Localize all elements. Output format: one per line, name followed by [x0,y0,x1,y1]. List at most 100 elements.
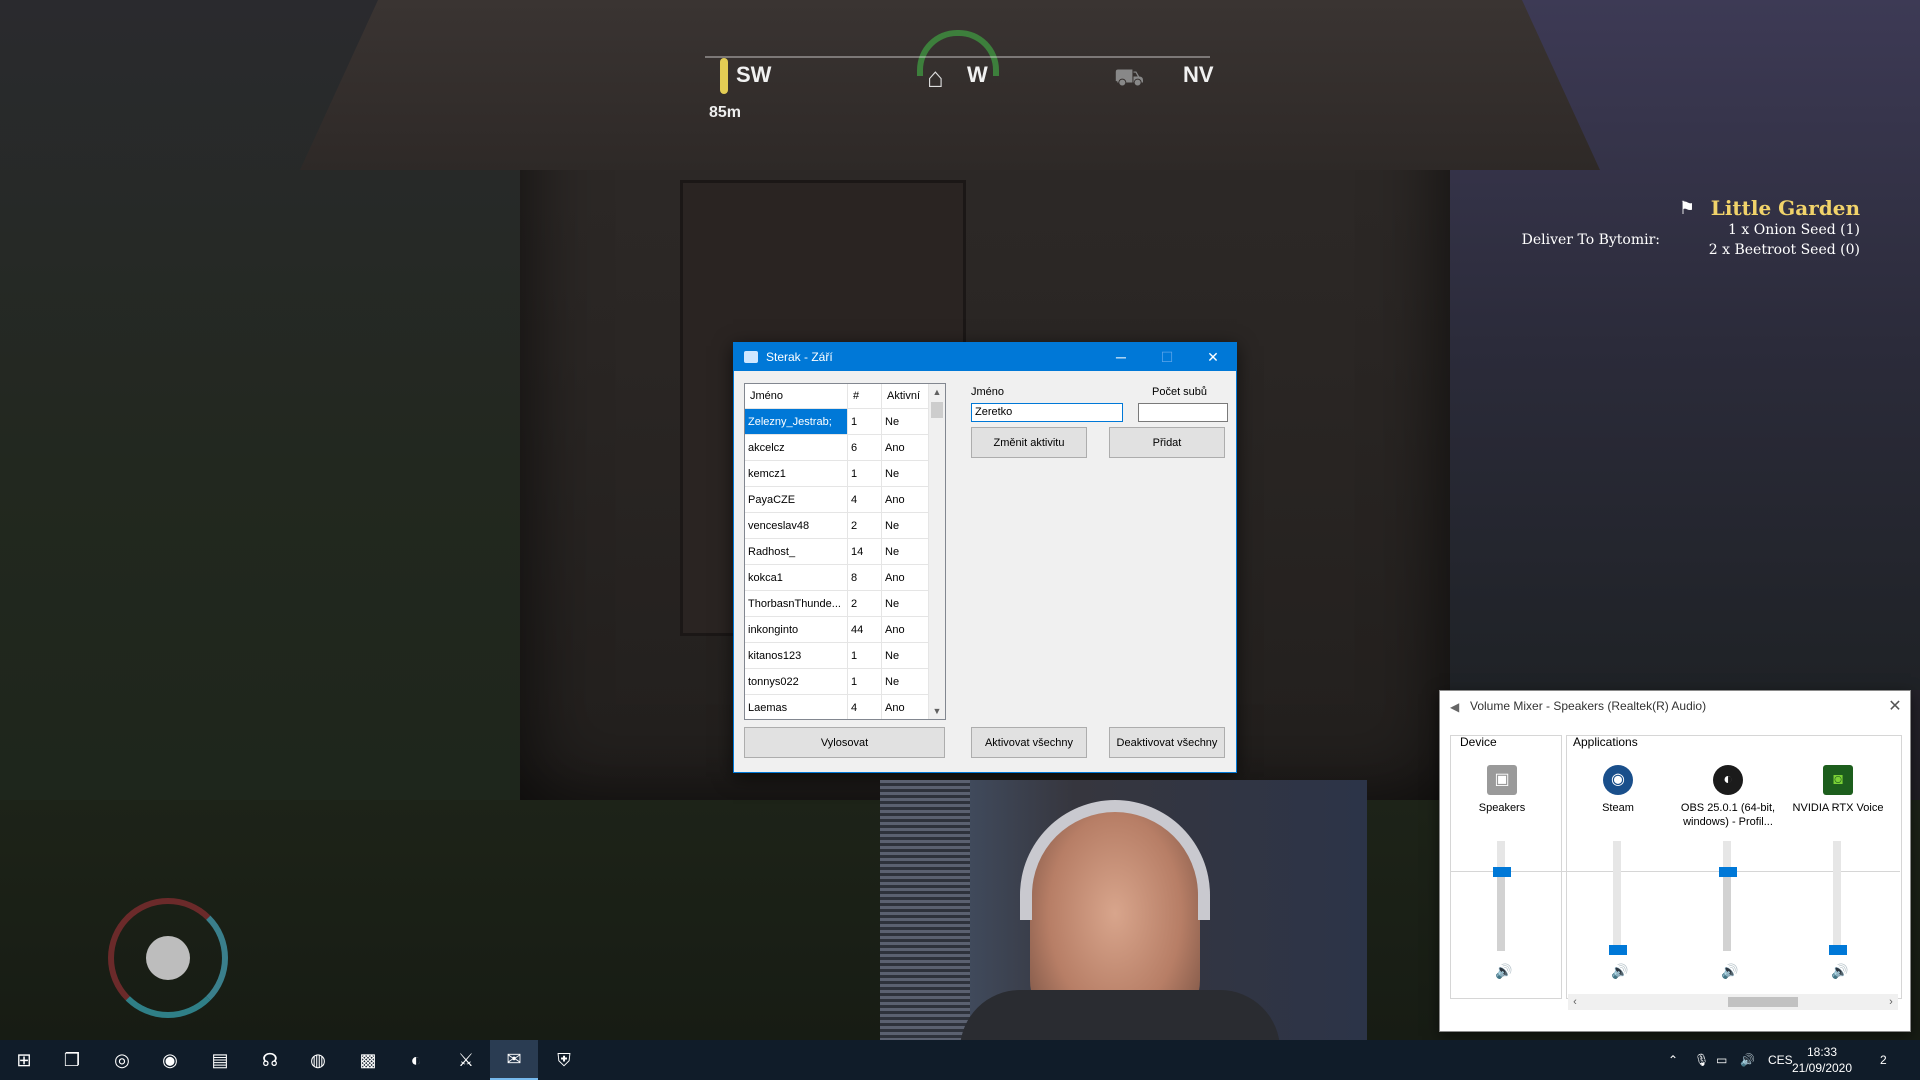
maximize-button[interactable]: ☐ [1144,343,1190,371]
start-button-windows-icon[interactable]: ⊞ [0,1040,48,1080]
table-row[interactable]: PayaCZE 4 Ano [745,486,941,513]
mute-speaker-icon[interactable]: 🔊 [1495,963,1512,980]
volume-slider-thumb[interactable] [1719,867,1737,877]
mute-speaker-icon[interactable]: 🔊 [1721,963,1738,980]
table-row[interactable]: Radhost_ 14 Ne [745,538,941,565]
table-row[interactable]: kokca1 8 Ano [745,564,941,591]
mixer-horizontal-scrollbar[interactable]: ‹ › [1568,994,1898,1010]
cell-count[interactable]: 4 [847,486,882,513]
volume-slider-track[interactable] [1613,841,1621,951]
mute-speaker-icon[interactable]: 🔊 [1831,963,1848,980]
network-icon[interactable]: ▭ [1716,1040,1727,1080]
discord-icon[interactable]: ☊ [246,1040,294,1080]
minimize-button[interactable]: ─ [1098,343,1144,371]
volume-slider-thumb[interactable] [1829,945,1847,955]
cell-name[interactable]: PayaCZE [745,486,848,513]
cell-name[interactable]: Zelezny_Jestrab; [745,408,848,435]
sterak-taskbar-icon[interactable]: ✉ [490,1040,538,1080]
volume-slider-track[interactable] [1833,841,1841,951]
file-explorer-icon[interactable]: ▤ [196,1040,244,1080]
add-button[interactable]: Přidat [1109,427,1225,458]
close-button[interactable]: ✕ [1190,343,1236,371]
subscribers-table[interactable]: Jméno # Aktivní Zelezny_Jestrab; 1 Ne akce… [744,383,946,720]
sub-count-input[interactable] [1138,403,1228,422]
channel-name[interactable]: OBS 25.0.1 (64-bit, windows) - Profil... [1678,801,1778,831]
cell-name[interactable]: kokca1 [745,564,848,591]
table-row[interactable]: inkonginto 44 Ano [745,616,941,643]
name-input[interactable]: Zeretko [971,403,1123,422]
scroll-up-arrow-icon[interactable]: ▲ [929,384,945,400]
cell-name[interactable]: ThorbasnThunde... [745,590,848,617]
scroll-thumb[interactable] [1728,997,1798,1007]
change-activity-button[interactable]: Změnit aktivitu [971,427,1087,458]
mute-speaker-icon[interactable]: 🔊 [1611,963,1628,980]
column-header-count[interactable]: # [847,384,882,409]
cell-count[interactable]: 2 [847,512,882,539]
shield-app-icon[interactable]: ⛨ [540,1040,588,1080]
table-row[interactable]: kitanos123 1 Ne [745,642,941,669]
deactivate-all-button[interactable]: Deaktivovat všechny [1109,727,1225,758]
table-row[interactable]: akcelcz 6 Ano [745,434,941,461]
close-icon[interactable]: ✕ [1880,696,1910,716]
task-view-icon[interactable]: ❐ [48,1040,96,1080]
game-taskbar-icon[interactable]: ⚔ [442,1040,490,1080]
quest-marker-icon [720,58,728,94]
quest-distance: 85m [709,104,742,121]
cell-count[interactable]: 2 [847,590,882,617]
sub-count-label: Počet subů [1152,386,1208,398]
channel-name[interactable]: Speakers [1452,801,1552,831]
mixer-title-bar[interactable]: ◀ Volume Mixer - Speakers (Realtek(R) Au… [1440,691,1910,721]
cell-count[interactable]: 4 [847,694,882,719]
volume-icon[interactable]: 🔊 [1740,1040,1755,1080]
cell-name[interactable]: tonnys022 [745,668,848,695]
scroll-down-arrow-icon[interactable]: ▼ [929,703,945,719]
cell-count[interactable]: 1 [847,408,882,435]
table-row[interactable]: Zelezny_Jestrab; 1 Ne [745,408,941,435]
cell-count[interactable]: 8 [847,564,882,591]
channel-name[interactable]: Steam [1568,801,1668,831]
cell-count[interactable]: 6 [847,434,882,461]
window-title-bar[interactable]: Sterak - Září ─ ☐ ✕ [734,343,1236,371]
channel-name[interactable]: NVIDIA RTX Voice [1788,801,1888,831]
chrome-icon[interactable]: ◎ [98,1040,146,1080]
scroll-right-arrow-icon[interactable]: › [1884,994,1898,1010]
volume-mixer-window: ◀ Volume Mixer - Speakers (Realtek(R) Au… [1439,690,1911,1032]
cell-count[interactable]: 1 [847,668,882,695]
cell-name[interactable]: kitanos123 [745,642,848,669]
draw-winner-button[interactable]: Vylosovat [744,727,945,758]
scroll-left-arrow-icon[interactable]: ‹ [1568,994,1582,1010]
table-row[interactable]: tonnys022 1 Ne [745,668,941,695]
cell-count[interactable]: 1 [847,642,882,669]
cell-name[interactable]: Laemas [745,694,848,719]
scroll-thumb[interactable] [931,402,943,418]
column-header-name[interactable]: Jméno [745,384,848,409]
microphone-icon[interactable]: 🎙 [1694,1040,1709,1080]
volume-slider-thumb[interactable] [1493,867,1511,877]
table-row[interactable]: kemcz1 1 Ne [745,460,941,487]
table-row[interactable]: ThorbasnThunde... 2 Ne [745,590,941,617]
cell-count[interactable]: 1 [847,460,882,487]
table-vertical-scrollbar[interactable]: ▲ ▼ [928,384,945,719]
app-circle-icon[interactable]: ◍ [294,1040,342,1080]
volume-slider-track[interactable] [1497,841,1505,951]
cell-name[interactable]: inkonginto [745,616,848,643]
steam-taskbar-icon[interactable]: ◉ [146,1040,194,1080]
cell-count[interactable]: 44 [847,616,882,643]
table-row[interactable]: venceslav48 2 Ne [745,512,941,539]
volume-slider-track[interactable] [1723,841,1731,951]
cell-count[interactable]: 14 [847,538,882,565]
house-icon: ⌂ [927,62,944,93]
system-clock[interactable]: 18:33 21/09/2020 [1786,1044,1858,1076]
clock-time: 18:33 [1806,1045,1838,1059]
volume-slider-thumb[interactable] [1609,945,1627,955]
show-hidden-icons-chevron-icon[interactable]: ⌃ [1668,1040,1678,1080]
cell-name[interactable]: akcelcz [745,434,848,461]
notification-center-icon[interactable]: 2 [1880,1040,1887,1080]
activate-all-button[interactable]: Aktivovat všechny [971,727,1087,758]
cell-name[interactable]: kemcz1 [745,460,848,487]
twitch-icon[interactable]: ▩ [344,1040,392,1080]
table-row[interactable]: Laemas 4 Ano [745,694,941,719]
cell-name[interactable]: Radhost_ [745,538,848,565]
cell-name[interactable]: venceslav48 [745,512,848,539]
obs-taskbar-icon[interactable]: ◐ [392,1040,440,1080]
